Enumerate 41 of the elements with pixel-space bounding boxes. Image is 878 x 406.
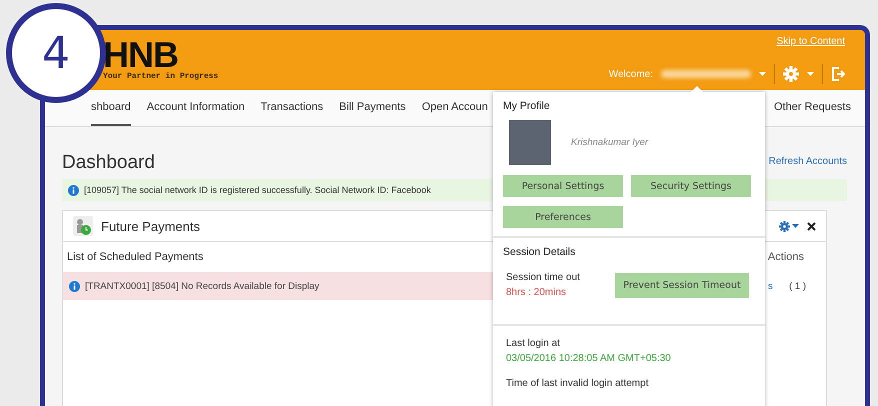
- invalid-login-label: Time of last invalid login attempt: [506, 378, 650, 389]
- page-title: Dashboard: [62, 152, 155, 174]
- prevent-timeout-button[interactable]: Prevent Session Timeout: [615, 272, 749, 298]
- session-timeout-value: 8hrs : 20mins: [506, 287, 568, 298]
- nav-tab[interactable]: shboard: [91, 90, 131, 126]
- menu-button[interactable]: Preferences: [503, 206, 623, 228]
- error-message: [TRANTX0001] [8504] No Records Available for Display: [85, 280, 320, 292]
- panel-title: Future Payments: [101, 218, 200, 234]
- table-title: List of Scheduled Payments: [67, 251, 204, 263]
- last-login-label: Last login at: [506, 338, 561, 349]
- nav-tab[interactable]: Account Information: [146, 90, 245, 126]
- close-icon[interactable]: [807, 222, 816, 230]
- nav-tab[interactable]: Bill Payments: [339, 90, 406, 126]
- menu-heading: Session Details: [503, 246, 576, 258]
- menu-button[interactable]: Personal Settings: [503, 175, 623, 197]
- column-header: Actions: [768, 251, 804, 263]
- last-login-value: 03/05/2016 10:28:05 AM GMT+05:30: [506, 353, 672, 364]
- scheduled-payment-icon: [73, 216, 93, 236]
- caret-icon[interactable]: [792, 224, 799, 228]
- profile-name: Krishnakumar Iyer: [571, 137, 648, 148]
- bank-logo: HNB: [103, 38, 179, 72]
- info-icon: [68, 184, 79, 196]
- nav-tab[interactable]: Transactions: [260, 90, 324, 126]
- notice-text: [109057] The social network ID is registered successfully. Social Network ID: Facebook: [84, 185, 431, 195]
- nav-tab[interactable]: Other Requests: [774, 90, 851, 126]
- menu-button[interactable]: Security Settings: [631, 175, 751, 197]
- session-timeout-label: Session time out: [506, 272, 580, 283]
- nav-tab[interactable]: Open Accoun: [422, 90, 488, 126]
- logout-icon[interactable]: [831, 66, 845, 82]
- refresh-accounts-link[interactable]: Refresh Accounts: [768, 156, 847, 167]
- row-count: ( 1 ): [789, 280, 806, 292]
- logo-slogan: Your Partner in Progress: [103, 72, 218, 81]
- row-link[interactable]: s: [768, 280, 773, 292]
- menu-heading: My Profile: [503, 100, 551, 112]
- caret-icon[interactable]: [759, 72, 766, 76]
- caret-icon[interactable]: [807, 72, 814, 76]
- settings-icon[interactable]: [783, 66, 799, 82]
- settings-icon[interactable]: [779, 220, 790, 232]
- photo-placeholder: [509, 120, 551, 165]
- welcome-label: Welcome:: [608, 68, 653, 80]
- info-icon: [69, 280, 80, 292]
